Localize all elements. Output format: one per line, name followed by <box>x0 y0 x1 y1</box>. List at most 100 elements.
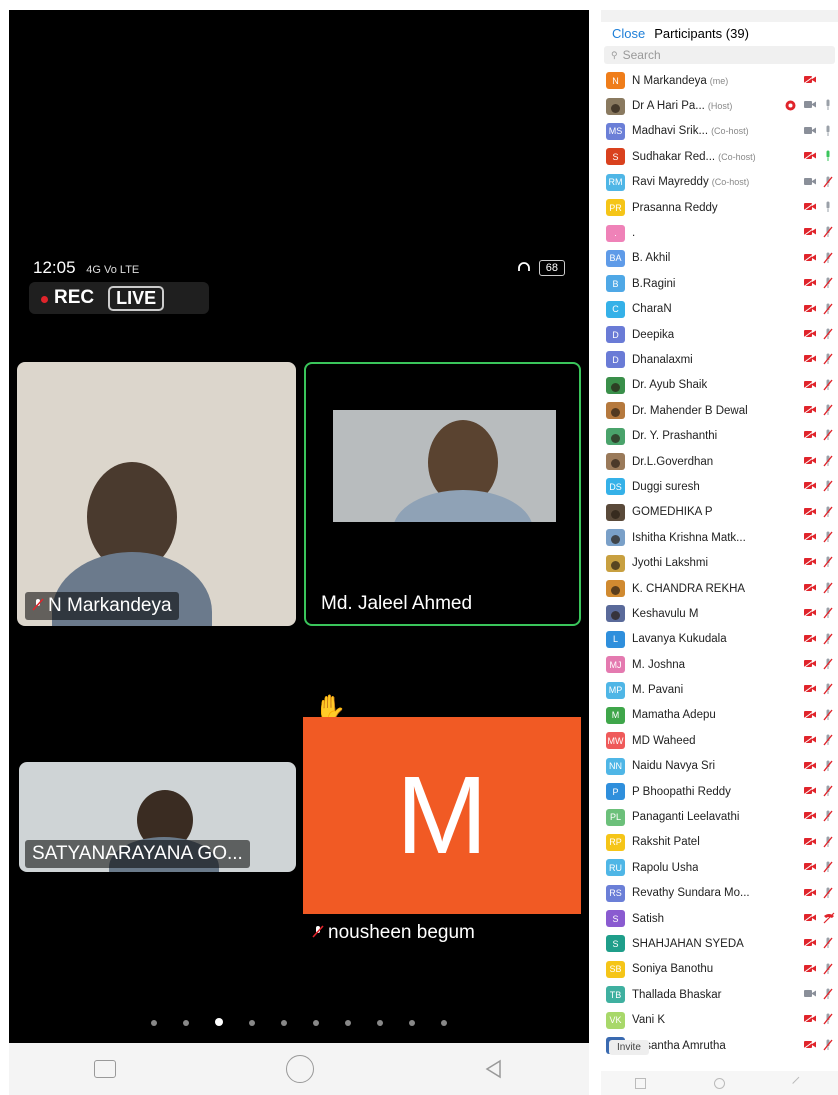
mic-muted-icon <box>823 988 833 1000</box>
participant-row[interactable]: RP Rakshit Patel <box>601 830 838 855</box>
participant-row[interactable]: C CharaN <box>601 297 838 322</box>
participant-row[interactable]: BA B. Akhil <box>601 246 838 271</box>
video-off-icon <box>803 151 816 161</box>
video-off-icon <box>803 735 816 745</box>
video-off-icon <box>803 786 816 795</box>
mic-muted-icon <box>823 506 833 518</box>
avatar-photo <box>606 427 625 445</box>
participant-row[interactable]: Ishitha Krishna Matk... <box>601 525 838 550</box>
participant-row[interactable]: DS Duggi suresh <box>601 474 838 499</box>
video-off-icon <box>803 405 816 414</box>
participant-row[interactable]: S Satish <box>601 906 838 931</box>
participant-row[interactable]: Keshavulu M <box>601 601 838 626</box>
mic-muted-icon <box>312 925 324 938</box>
participant-name: Lavanya Kukudala <box>632 633 727 646</box>
participants-list[interactable]: NN Markandeya (me) Dr A Hari Pa... (Host) MS… <box>601 68 838 1058</box>
participant-row[interactable]: S SHAHJAHAN SYEDA <box>601 931 838 956</box>
participant-row[interactable]: PR Prasanna Reddy <box>601 195 838 220</box>
avatar-photo <box>606 453 625 471</box>
recent-apps-icon[interactable] <box>94 1060 116 1078</box>
video-off-icon <box>803 481 816 491</box>
headphones-icon <box>517 258 531 278</box>
video-off-icon <box>803 811 816 821</box>
participant-row[interactable]: TB Thallada Bhaskar <box>601 982 838 1007</box>
participant-row[interactable]: S Sudhakar Red... (Co-host) <box>601 144 838 169</box>
search-input[interactable]: ⚲ Search <box>604 46 835 64</box>
avatar: NN <box>606 757 625 775</box>
video-tile-md-jaleel-ahmed[interactable]: Md. Jaleel Ahmed <box>304 362 581 626</box>
avatar: DS <box>606 478 625 496</box>
home-icon[interactable] <box>714 1077 726 1089</box>
avatar: SB <box>606 960 625 978</box>
avatar: M <box>606 706 625 724</box>
mic-muted-icon <box>823 176 833 188</box>
mic-muted-icon <box>823 633 833 645</box>
participant-row[interactable]: MJ M. Joshna <box>601 652 838 677</box>
avatar: D <box>606 326 625 344</box>
participant-video <box>333 410 556 522</box>
participant-row[interactable]: Dr. Mahender B Dewal <box>601 398 838 423</box>
participant-row[interactable]: RS Revathy Sundara Mo... <box>601 881 838 906</box>
participant-row[interactable]: RM Ravi Mayreddy (Co-host) <box>601 170 838 195</box>
video-tile-n-markandeya[interactable]: N Markandeya <box>17 362 296 626</box>
participant-row[interactable]: N N Markandeya (me) <box>601 68 838 93</box>
video-off-icon <box>803 227 816 237</box>
participant-name: B. Akhil <box>632 252 671 265</box>
participant-name: Dr.L.Goverdhan <box>632 455 714 468</box>
participant-row[interactable]: VK Vani K <box>601 1007 838 1032</box>
participant-row[interactable]: Dr. Y. Prashanthi <box>601 423 838 448</box>
participant-row[interactable]: PL Panaganti Leelavathi <box>601 804 838 829</box>
participant-row[interactable]: Jyothi Lakshmi <box>601 550 838 575</box>
back-icon[interactable] <box>792 1076 806 1090</box>
status-bar: 12:05 4G Vo LTE 68 <box>33 258 565 278</box>
participant-row[interactable]: M Mamatha Adepu <box>601 703 838 728</box>
participant-name: Soniya Banothu <box>632 963 714 976</box>
participant-row[interactable]: L Lavanya Kukudala <box>601 627 838 652</box>
video-off-icon <box>803 912 816 922</box>
participant-row[interactable]: D Dhanalaxmi <box>601 347 838 372</box>
invite-button[interactable]: Invite <box>609 1040 649 1055</box>
participant-row[interactable]: K. CHANDRA REKHA <box>601 576 838 601</box>
participant-row[interactable]: Dr A Hari Pa... (Host) <box>601 93 838 118</box>
participant-role: (Co-host) <box>711 126 749 137</box>
participants-panel: Close Participants (39) ⚲ Search N N Mark… <box>601 10 838 1095</box>
close-button[interactable]: Close <box>612 26 645 41</box>
meeting-screen: 12:05 4G Vo LTE 68 REC LIVE N Markandeya… <box>9 10 589 1095</box>
participant-row[interactable]: GOMEDHIKA P <box>601 500 838 525</box>
participant-name: Rakshit Patel <box>632 836 700 849</box>
phone-muted-icon <box>823 912 835 924</box>
participant-name: Deepika <box>632 328 675 341</box>
participant-row[interactable]: D Deepika <box>601 322 838 347</box>
video-off-icon <box>803 709 816 719</box>
participant-row[interactable]: NN Naidu Navya Sri <box>601 754 838 779</box>
mic-muted-icon <box>823 429 833 441</box>
participant-row[interactable]: Dr.L.Goverdhan <box>601 449 838 474</box>
participant-row[interactable]: MS Madhavi Srik... (Co-host) <box>601 119 838 144</box>
participant-row[interactable]: P P Bhoopathi Reddy <box>601 779 838 804</box>
participant-name: Ravi Mayreddy <box>632 176 709 189</box>
participant-row[interactable]: Dr. Ayub Shaik <box>601 373 838 398</box>
mic-muted-icon <box>823 303 833 315</box>
home-icon[interactable] <box>286 1055 314 1083</box>
participant-row[interactable]: .. <box>601 220 838 245</box>
signal-indicator: 4G Vo LTE <box>86 264 140 276</box>
participant-row[interactable]: MP M. Pavani <box>601 677 838 702</box>
avatar: RP <box>606 833 625 851</box>
participant-row[interactable]: MW MD Waheed <box>601 728 838 753</box>
participant-row[interactable]: B B.Ragini <box>601 271 838 296</box>
recent-apps-icon[interactable] <box>635 1077 647 1089</box>
video-tile-satyanarayana[interactable]: SATYANARAYANA GO... <box>19 762 296 872</box>
record-dot-icon <box>41 296 48 303</box>
recording-indicator[interactable]: REC LIVE <box>29 282 209 314</box>
avatar: . <box>606 224 625 242</box>
video-off-icon <box>803 202 816 211</box>
mic-muted-icon <box>823 1013 833 1025</box>
video-tile-nousheen-begum[interactable]: M <box>303 717 581 914</box>
page-indicator[interactable] <box>9 1013 589 1031</box>
avatar: RM <box>606 173 625 191</box>
avatar: P <box>606 783 625 801</box>
participant-row[interactable]: SB Soniya Banothu <box>601 957 838 982</box>
participant-row[interactable]: RU Rapolu Usha <box>601 855 838 880</box>
participant-name: GOMEDHIKA P <box>632 506 713 519</box>
back-icon[interactable] <box>484 1059 504 1079</box>
